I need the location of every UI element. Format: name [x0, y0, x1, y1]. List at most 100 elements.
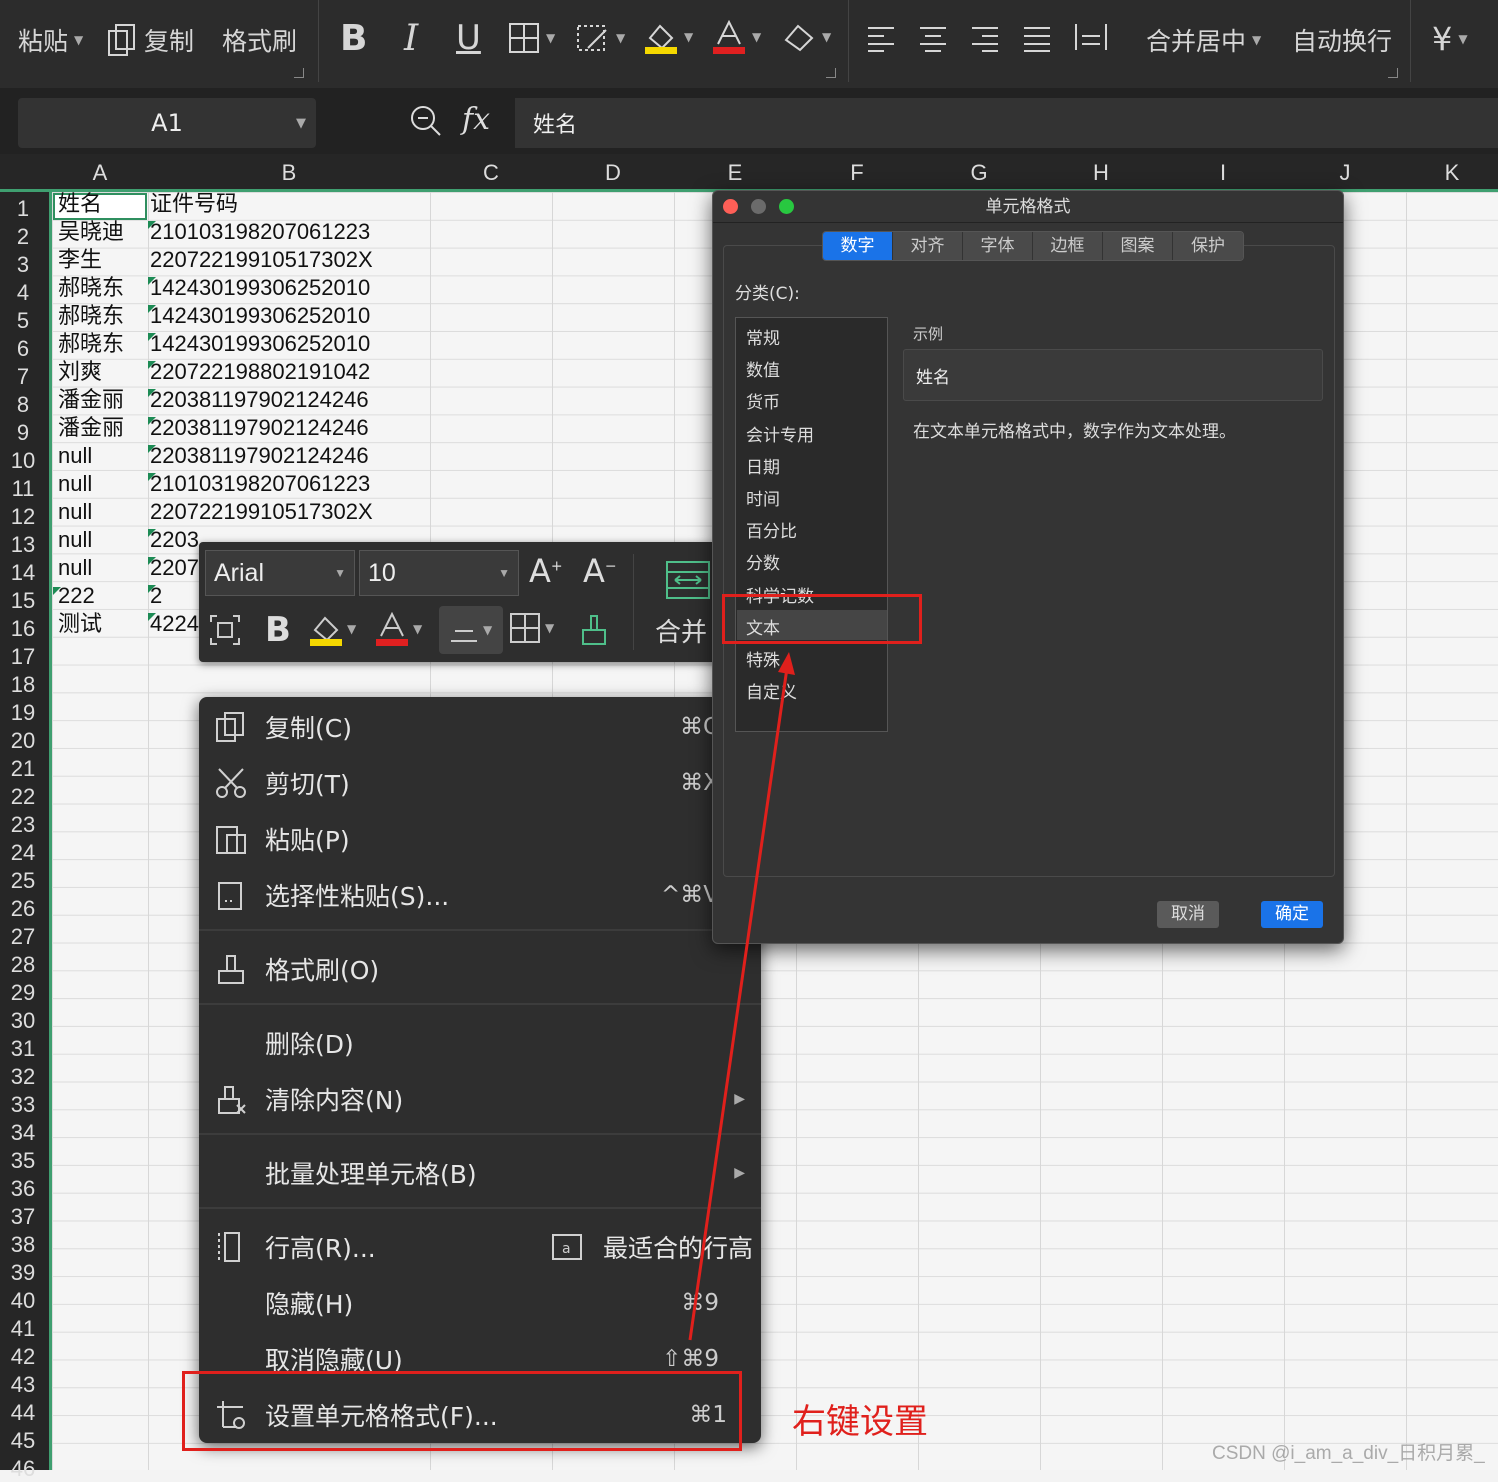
row-header[interactable]: 18 [0, 672, 46, 698]
row-header[interactable]: 35 [0, 1148, 46, 1174]
row-header[interactable]: 4 [0, 280, 46, 306]
fill-color-caret-icon[interactable]: ▼ [684, 30, 693, 44]
row-header[interactable]: 44 [0, 1400, 46, 1426]
cell-id-number[interactable]: 220381197902124246 [150, 442, 369, 470]
font-color-button[interactable]: ▼ [712, 20, 761, 54]
row-header[interactable]: 5 [0, 308, 46, 334]
cell-name[interactable]: 潘金丽 [58, 414, 124, 442]
row-header[interactable]: 16 [0, 616, 46, 642]
row-header[interactable]: 25 [0, 868, 46, 894]
cell-id-number[interactable]: 22072219910517302X [150, 246, 373, 274]
column-header[interactable]: I [1162, 154, 1284, 192]
cell-id-number[interactable]: 142430199306252010 [150, 330, 370, 358]
tab-border[interactable]: 边框 [1033, 232, 1103, 260]
cell-id-number[interactable]: 证件号码 [150, 190, 238, 218]
merge-icon-button[interactable] [665, 560, 711, 600]
tab-font[interactable]: 字体 [963, 232, 1033, 260]
menu-item-paste-special[interactable]: 选择性粘贴(S)... ^⌘V [199, 867, 761, 923]
paste-button[interactable]: 粘贴 ▼ [18, 22, 83, 58]
row-header[interactable]: 1 [0, 196, 46, 222]
clipboard-group-launcher-icon[interactable] [294, 68, 304, 78]
menu-item-format-painter[interactable]: 格式刷(O) [199, 941, 761, 997]
menu-item-paste[interactable]: 粘贴(P) [199, 811, 761, 867]
column-header[interactable]: D [552, 154, 674, 192]
select-region-button[interactable] [209, 614, 241, 646]
border-caret-icon[interactable]: ▼ [546, 31, 555, 45]
row-header[interactable]: 29 [0, 980, 46, 1006]
cell-name[interactable]: 吴晓迪 [58, 218, 124, 246]
row-header[interactable]: 33 [0, 1092, 46, 1118]
category-item[interactable]: 货币 [746, 388, 780, 413]
draw-border-caret-icon[interactable]: ▼ [616, 31, 625, 45]
mini-merge-button[interactable]: 合并 [655, 612, 707, 649]
row-header[interactable]: 21 [0, 756, 46, 782]
row-header[interactable]: 19 [0, 700, 46, 726]
row-header[interactable]: 28 [0, 952, 46, 978]
mini-fill-color-button[interactable]: ▼ [309, 612, 356, 646]
row-header[interactable]: 14 [0, 560, 46, 586]
category-item[interactable]: 百分比 [746, 517, 797, 542]
merge-center-button[interactable]: 合并居中 ▼ [1146, 22, 1261, 58]
column-header[interactable]: K [1406, 154, 1498, 192]
row-header[interactable]: 11 [0, 476, 46, 502]
cell-id-number[interactable]: 220381197902124246 [150, 414, 369, 442]
increase-font-button[interactable]: A+ [529, 552, 563, 590]
merge-center-caret-icon[interactable]: ▼ [1252, 33, 1261, 47]
column-header[interactable]: F [796, 154, 918, 192]
formula-input[interactable]: 姓名 [515, 98, 1498, 148]
menu-item-clear[interactable]: 清除内容(N) ▶ [199, 1071, 761, 1127]
cell-name[interactable]: 222 [58, 582, 95, 610]
cell-name[interactable]: null [58, 526, 92, 554]
category-item[interactable]: 日期 [746, 453, 780, 478]
mini-valign-caret-icon[interactable]: ▼ [483, 623, 492, 637]
mini-border-caret-icon[interactable]: ▼ [545, 621, 554, 635]
row-header[interactable]: 36 [0, 1176, 46, 1202]
ok-button[interactable]: 确定 [1261, 901, 1323, 928]
zoom-formula-icon[interactable] [408, 103, 442, 137]
mini-valign-button[interactable]: ▼ [439, 606, 503, 654]
row-header[interactable]: 30 [0, 1008, 46, 1034]
row-header[interactable]: 40 [0, 1288, 46, 1314]
cell-name[interactable]: null [58, 442, 92, 470]
mini-format-painter-button[interactable] [579, 612, 609, 646]
tab-protection[interactable]: 保护 [1173, 232, 1243, 260]
tab-pattern[interactable]: 图案 [1103, 232, 1173, 260]
mini-border-button[interactable]: ▼ [509, 612, 554, 644]
category-item[interactable]: 特殊 [746, 646, 780, 671]
font-group-launcher-icon[interactable] [826, 68, 836, 78]
row-header[interactable]: 10 [0, 448, 46, 474]
row-header[interactable]: 46 [0, 1456, 46, 1482]
border-button[interactable]: ▼ [508, 22, 555, 54]
cell-name[interactable]: 李生 [58, 246, 102, 274]
row-header[interactable]: 13 [0, 532, 46, 558]
menu-item-batch[interactable]: 批量处理单元格(B) ▶ [199, 1145, 761, 1201]
column-header[interactable]: B [148, 154, 430, 192]
row-header[interactable]: 12 [0, 504, 46, 530]
row-header[interactable]: 38 [0, 1232, 46, 1258]
column-header[interactable]: H [1040, 154, 1162, 192]
format-painter-button[interactable]: 格式刷 [222, 22, 297, 58]
cancel-button[interactable]: 取消 [1157, 901, 1219, 928]
row-header[interactable]: 6 [0, 336, 46, 362]
cell-id-number[interactable]: 220381197902124246 [150, 386, 369, 414]
menu-item-copy[interactable]: 复制(C) ⌘C [199, 699, 761, 755]
column-header[interactable]: A [52, 154, 148, 192]
name-box-caret-icon[interactable]: ▼ [296, 116, 306, 131]
row-header[interactable]: 17 [0, 644, 46, 670]
number-format-button[interactable]: ¥ ▼ [1432, 20, 1468, 58]
font-name-caret-icon[interactable]: ▼ [334, 566, 346, 580]
mini-font-color-button[interactable]: ▼ [375, 612, 422, 646]
draw-border-button[interactable]: ▼ [576, 22, 625, 54]
row-header[interactable]: 43 [0, 1372, 46, 1398]
row-header[interactable]: 2 [0, 224, 46, 250]
row-header[interactable]: 22 [0, 784, 46, 810]
align-left-button[interactable] [866, 22, 896, 52]
menu-item-delete[interactable]: 删除(D) [199, 1015, 761, 1071]
cell-name[interactable]: 潘金丽 [58, 386, 124, 414]
row-header[interactable]: 26 [0, 896, 46, 922]
column-header[interactable]: G [918, 154, 1040, 192]
row-header[interactable]: 7 [0, 364, 46, 390]
justify-button[interactable] [1022, 22, 1052, 52]
category-item[interactable]: 分数 [746, 549, 780, 574]
column-header[interactable]: C [430, 154, 552, 192]
